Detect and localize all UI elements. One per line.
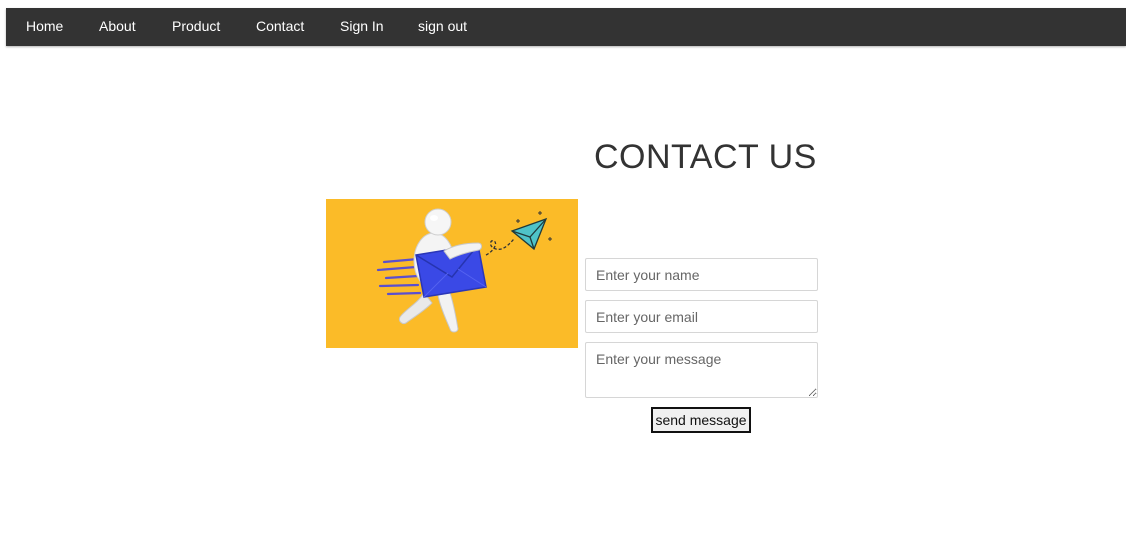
nav-sign-in-link[interactable]: Sign In (340, 8, 384, 46)
nav-sign-out-link[interactable]: sign out (418, 8, 467, 46)
nav-product-link[interactable]: Product (172, 8, 220, 46)
paper-plane-icon (510, 217, 548, 251)
name-input[interactable] (585, 258, 818, 291)
nav-contact-link[interactable]: Contact (256, 8, 304, 46)
email-input[interactable] (585, 300, 818, 333)
courier-svg (376, 208, 552, 333)
nav-home-link[interactable]: Home (26, 8, 63, 46)
top-navbar: Home About Product Contact Sign In sign … (6, 8, 1126, 46)
send-message-button[interactable]: send message (651, 407, 751, 433)
page-title: CONTACT US (594, 138, 817, 176)
mail-courier-illustration (326, 199, 578, 348)
message-textarea[interactable] (585, 342, 818, 398)
nav-about-link[interactable]: About (99, 8, 136, 46)
